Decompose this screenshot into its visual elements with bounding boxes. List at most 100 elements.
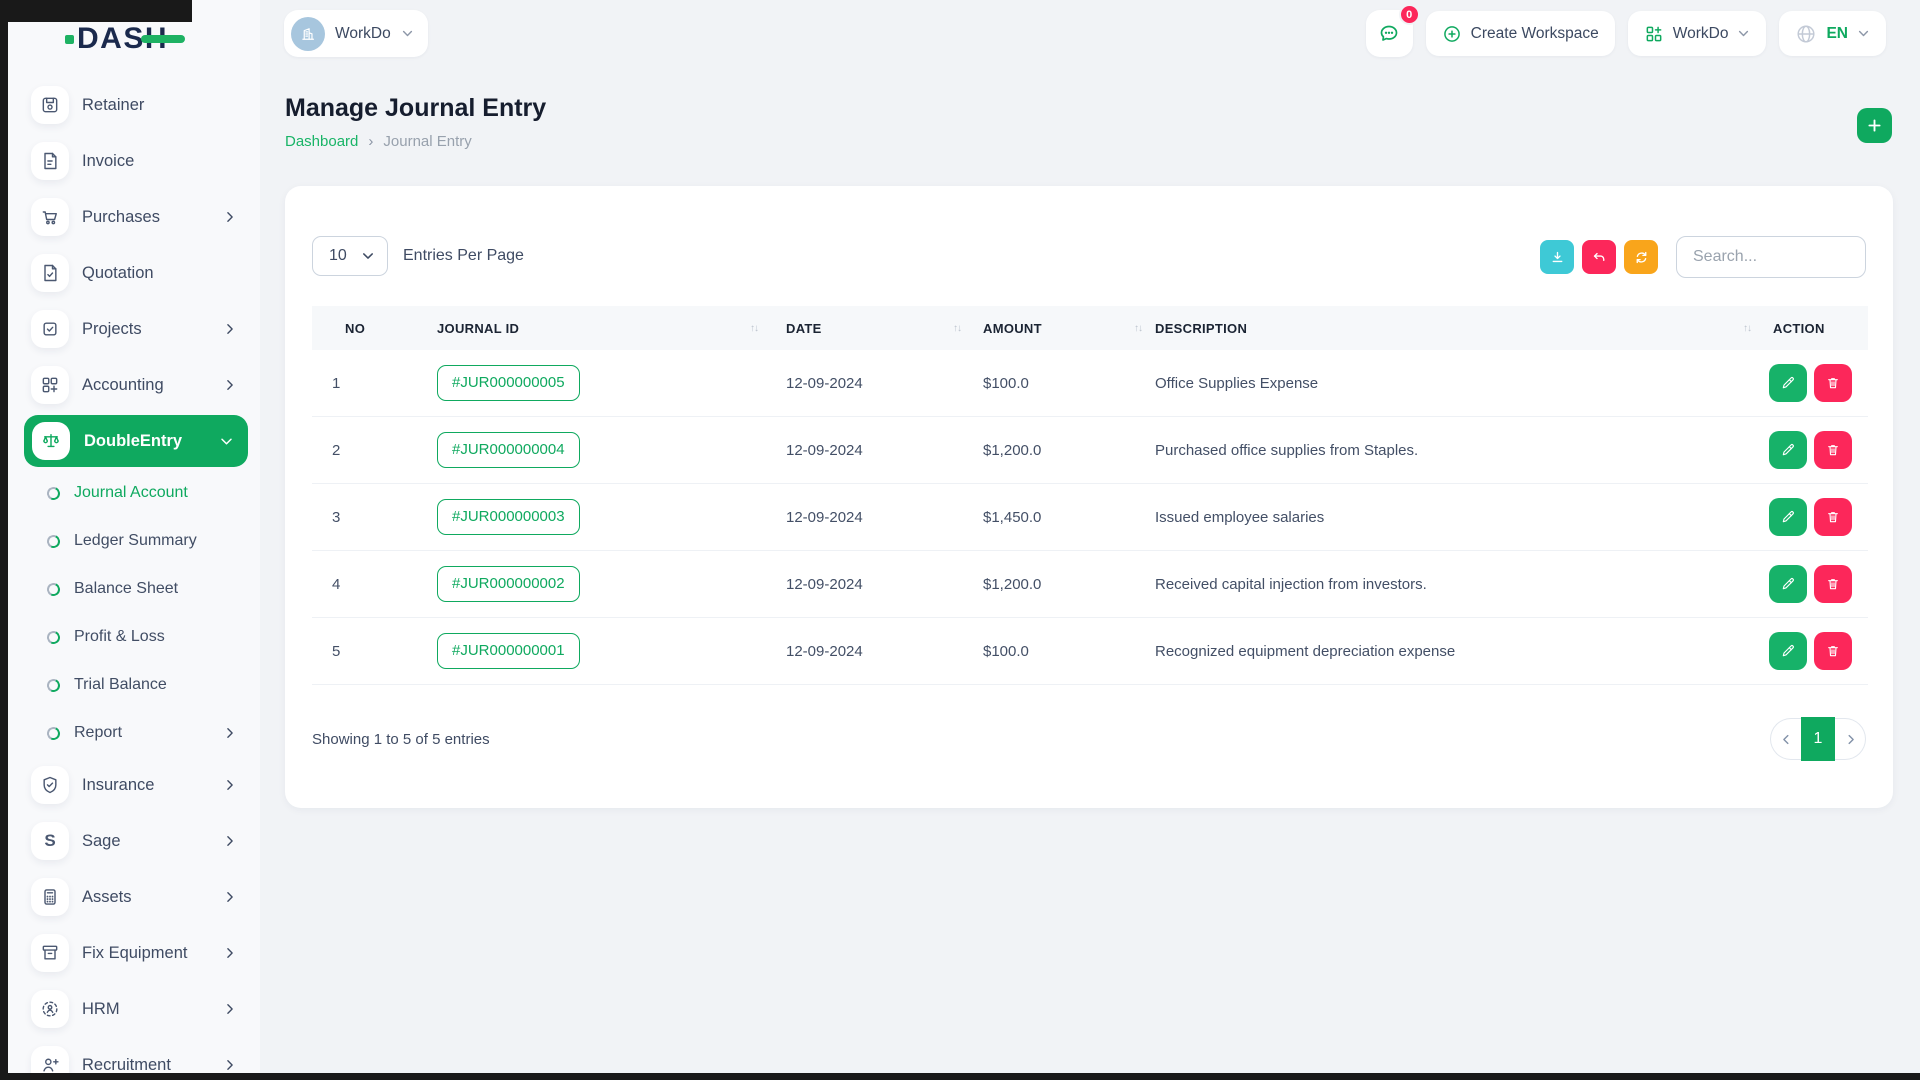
sidebar-item-label: Assets	[82, 887, 132, 906]
sidebar-item-label: Accounting	[82, 375, 164, 394]
cell-date: 12-09-2024	[786, 441, 863, 459]
journal-id-badge[interactable]: #JUR000000002	[437, 566, 580, 602]
cell-amount: $1,450.0	[983, 508, 1042, 526]
globe-icon	[1797, 24, 1815, 43]
language-selector[interactable]: EN	[1779, 11, 1886, 56]
sidebar-item-sage[interactable]: S Sage	[31, 813, 243, 869]
sidebar-item-insurance[interactable]: Insurance	[31, 757, 243, 813]
delete-button[interactable]	[1814, 431, 1852, 469]
cell-no: 2	[332, 441, 341, 459]
sidebar-item-accounting[interactable]: Accounting	[31, 357, 243, 413]
sidebar-item-quotation[interactable]: Quotation	[31, 245, 243, 301]
cell-actions	[1765, 632, 1868, 670]
journal-id-badge[interactable]: #JUR000000003	[437, 499, 580, 535]
refresh-button[interactable]	[1624, 240, 1658, 274]
sort-icon: ↑↓	[1134, 322, 1143, 334]
table-row: 4 #JUR000000002 12-09-2024 $1,200.0 Rece…	[312, 551, 1868, 618]
cell-description: Purchased office supplies from Staples.	[1155, 441, 1419, 459]
cell-actions	[1765, 364, 1868, 402]
undo-button[interactable]	[1582, 240, 1616, 274]
sidebar-item-retainer[interactable]: Retainer	[31, 77, 243, 133]
sidebar-item-label: Projects	[82, 319, 142, 338]
pagination-page-1[interactable]: 1	[1801, 717, 1835, 761]
sidebar-subitem-journal-account[interactable]: Journal Account	[31, 469, 243, 517]
undo-icon	[1593, 252, 1604, 261]
sidebar-subitem-label: Report	[74, 724, 123, 741]
window-edge	[0, 0, 8, 1080]
export-button[interactable]	[1540, 240, 1574, 274]
entries-summary: Showing 1 to 5 of 5 entries	[312, 730, 490, 748]
sage-icon: S	[31, 822, 69, 860]
table-toolbar	[1540, 236, 1866, 278]
sidebar: DASH Retainer Invoice Purchases Quotatio…	[8, 0, 260, 1080]
projects-icon	[31, 310, 69, 348]
edit-button[interactable]	[1769, 364, 1807, 402]
chevron-down-icon	[1739, 30, 1749, 37]
edit-button[interactable]	[1769, 498, 1807, 536]
dash-logo: DASH	[65, 22, 186, 56]
cell-description: Received capital injection from investor…	[1155, 575, 1427, 593]
edit-button[interactable]	[1769, 431, 1807, 469]
chevron-right-icon	[223, 778, 237, 792]
sidebar-subitem-trial-balance[interactable]: Trial Balance	[31, 661, 243, 709]
pagination-next-button[interactable]	[1835, 718, 1866, 760]
breadcrumb-current: Journal Entry	[383, 133, 472, 150]
edit-button[interactable]	[1769, 632, 1807, 670]
create-workspace-button[interactable]: Create Workspace	[1425, 11, 1615, 56]
trash-icon	[1828, 646, 1838, 657]
column-header-no: NO	[345, 320, 366, 336]
sidebar-item-label: Purchases	[82, 207, 160, 226]
column-header-journal-id[interactable]: JOURNAL ID ↑↓	[428, 321, 770, 336]
sidebar-item-label: DoubleEntry	[84, 431, 183, 450]
sidebar-item-purchases[interactable]: Purchases	[31, 189, 243, 245]
purchases-icon	[31, 198, 69, 236]
messages-badge: 0	[1398, 4, 1420, 25]
delete-button[interactable]	[1814, 498, 1852, 536]
grid-plus-icon	[1646, 26, 1662, 41]
app-switcher-button[interactable]: WorkDo	[1627, 11, 1767, 56]
sidebar-item-invoice[interactable]: Invoice	[31, 133, 243, 189]
add-journal-entry-button[interactable]	[1857, 108, 1892, 143]
delete-button[interactable]	[1814, 364, 1852, 402]
double-entry-icon	[32, 422, 70, 460]
cell-description: Recognized equipment depreciation expens…	[1155, 642, 1456, 660]
sidebar-item-projects[interactable]: Projects	[31, 301, 243, 357]
sort-icon: ↑↓	[953, 322, 962, 334]
column-header-date[interactable]: DATE ↑↓	[770, 321, 965, 336]
sidebar-subitem-ledger-summary[interactable]: Ledger Summary	[31, 517, 243, 565]
table-body: 1 #JUR000000005 12-09-2024 $100.0 Office…	[312, 350, 1868, 685]
journal-id-badge[interactable]: #JUR000000001	[437, 633, 580, 669]
entries-per-page-value: 10	[329, 247, 347, 264]
breadcrumb-dashboard-link[interactable]: Dashboard	[285, 133, 358, 150]
workspace-selector[interactable]: WorkDo	[284, 10, 428, 57]
cell-no: 4	[332, 575, 341, 593]
sidebar-item-fix-equipment[interactable]: Fix Equipment	[31, 925, 243, 981]
column-header-description[interactable]: DESCRIPTION ↑↓	[1150, 321, 1765, 336]
messages-button[interactable]: 0	[1365, 4, 1420, 57]
pagination-prev-button[interactable]	[1770, 718, 1801, 760]
entries-per-page-select[interactable]: 10	[312, 236, 388, 276]
edit-button[interactable]	[1769, 565, 1807, 603]
sidebar-item-double-entry[interactable]: DoubleEntry	[24, 415, 248, 467]
journal-entry-card: 10 Entries Per Page NO JOURNAL ID↑↓ DATE…	[285, 186, 1893, 808]
sidebar-subitem-balance-sheet[interactable]: Balance Sheet	[31, 565, 243, 613]
cell-date: 12-09-2024	[786, 575, 863, 593]
language-code: EN	[1826, 24, 1848, 42]
topbar-actions: 0 Create Workspace WorkDo EN	[1365, 4, 1886, 57]
sidebar-item-assets[interactable]: Assets	[31, 869, 243, 925]
journal-id-badge[interactable]: #JUR000000005	[437, 365, 580, 401]
delete-button[interactable]	[1814, 632, 1852, 670]
table-footer: Showing 1 to 5 of 5 entries 1	[312, 717, 1866, 761]
column-header-amount[interactable]: AMOUNT ↑↓	[965, 321, 1150, 336]
sidebar-subitem-profit-loss[interactable]: Profit & Loss	[31, 613, 243, 661]
sidebar-item-hrm[interactable]: HRM	[31, 981, 243, 1037]
sidebar-subitem-label: Trial Balance	[74, 676, 167, 693]
journal-id-badge[interactable]: #JUR000000004	[437, 432, 580, 468]
trash-icon	[1828, 512, 1838, 523]
trash-icon	[1828, 579, 1838, 590]
search-input[interactable]	[1676, 236, 1866, 278]
sort-icon: ↑↓	[750, 322, 759, 334]
sidebar-subitem-label: Balance Sheet	[74, 580, 179, 597]
sidebar-subitem-report[interactable]: Report	[31, 709, 243, 757]
delete-button[interactable]	[1814, 565, 1852, 603]
